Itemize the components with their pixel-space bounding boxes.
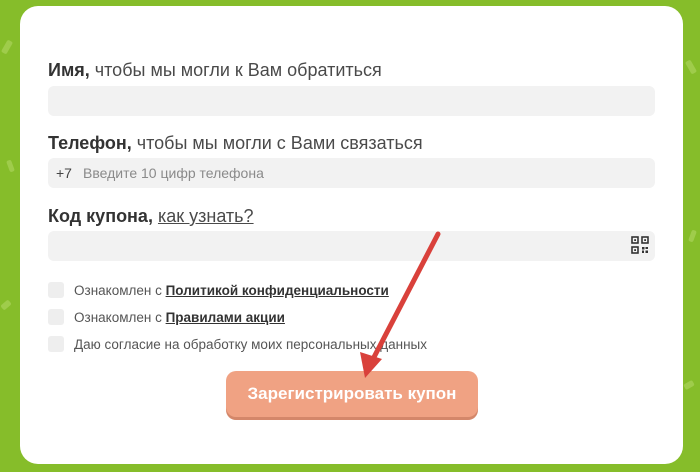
register-coupon-button[interactable]: Зарегистрировать купон — [226, 371, 478, 417]
consent-row-rules: Ознакомлен с Правилами акции — [48, 309, 285, 325]
privacy-policy-link[interactable]: Политикой конфиденциальности — [166, 283, 389, 298]
privacy-checkbox[interactable] — [48, 282, 64, 298]
name-label-rest: чтобы мы могли к Вам обратиться — [89, 60, 382, 80]
name-label-bold: Имя, — [48, 60, 90, 80]
confetti-decoration — [688, 229, 697, 243]
name-input[interactable] — [48, 86, 655, 116]
consent-row-privacy: Ознакомлен с Политикой конфиденциальност… — [48, 282, 389, 298]
confetti-decoration — [0, 39, 14, 55]
phone-label-bold: Телефон, — [48, 133, 132, 153]
phone-label: Телефон, чтобы мы могли с Вами связаться — [48, 133, 423, 154]
personal-data-checkbox[interactable] — [48, 336, 64, 352]
coupon-label-bold: Код купона, — [48, 206, 153, 226]
personal-data-consent-text: Даю согласие на обработку моих персональ… — [74, 336, 428, 352]
qr-code-icon[interactable] — [631, 236, 649, 254]
promo-rules-link[interactable]: Правилами акции — [166, 310, 285, 325]
phone-input[interactable] — [75, 158, 655, 188]
confetti-decoration — [6, 159, 15, 173]
phone-label-rest: чтобы мы могли с Вами связаться — [131, 133, 423, 153]
consent-row-personal-data: Даю согласие на обработку моих персональ… — [48, 336, 427, 352]
rules-consent-text: Ознакомлен с Правилами акции — [74, 309, 285, 325]
confetti-decoration — [683, 379, 695, 391]
registration-card: Имя, чтобы мы могли к Вам обратиться Тел… — [20, 6, 683, 464]
coupon-label: Код купона, как узнать? — [48, 206, 254, 227]
confetti-decoration — [0, 299, 12, 311]
phone-prefix: +7 — [56, 165, 72, 181]
coupon-input[interactable] — [48, 231, 655, 261]
privacy-consent-text: Ознакомлен с Политикой конфиденциальност… — [74, 282, 389, 298]
how-to-find-link[interactable]: как узнать? — [158, 206, 254, 226]
confetti-decoration — [684, 59, 698, 75]
name-label: Имя, чтобы мы могли к Вам обратиться — [48, 60, 382, 81]
rules-checkbox[interactable] — [48, 309, 64, 325]
